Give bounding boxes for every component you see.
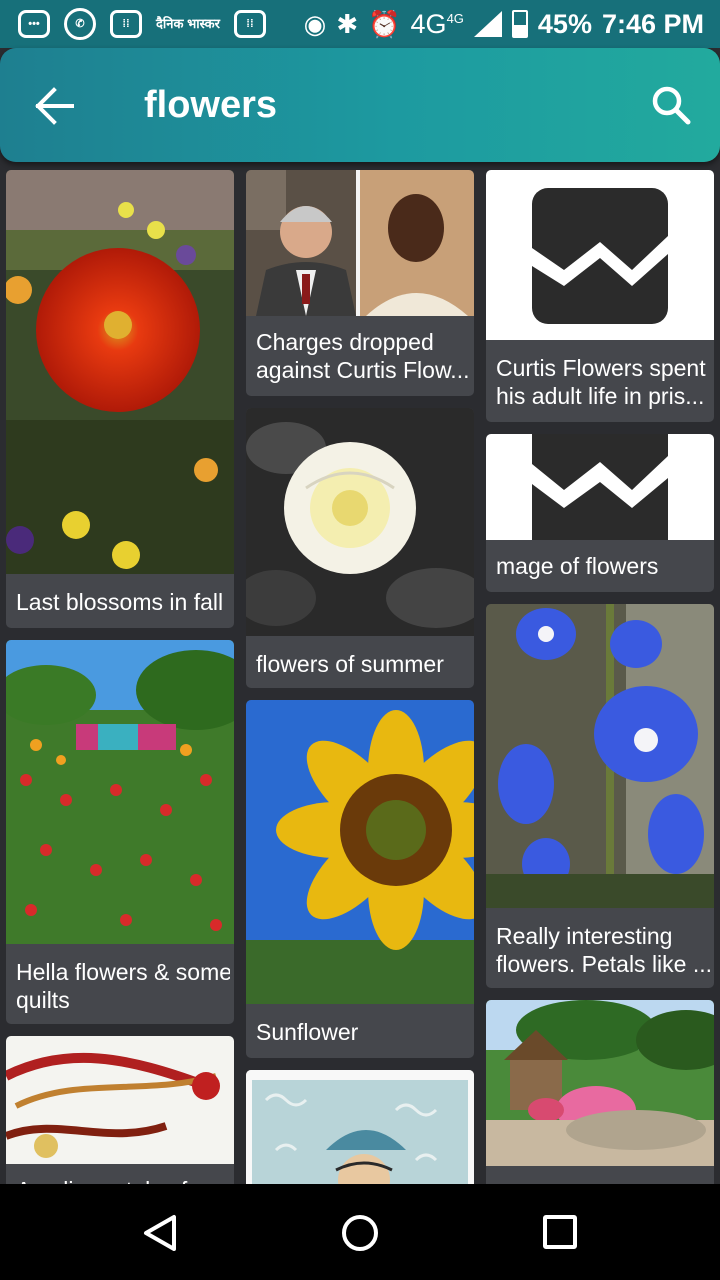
- publisher-logo-image: [486, 170, 714, 340]
- signal-icon: [473, 11, 502, 37]
- app-grid-icon: ⁞⁞: [110, 10, 142, 38]
- garden-house-photo: [486, 1000, 714, 1166]
- result-card[interactable]: Really interesting flowers. Petals like …: [486, 604, 714, 988]
- battery-percent: 45%: [537, 8, 592, 39]
- results-grid: Last blossoms in fall Hella flowers & so…: [0, 162, 720, 1184]
- card-caption: Curtis Flowers spent his adult life in p…: [496, 354, 710, 410]
- network-type: 4G4G: [410, 8, 464, 39]
- card-caption: Charges dropped against Curtis Flow...: [256, 328, 470, 384]
- garden-photo: [6, 640, 234, 944]
- dainik-bhaskar-icon: दैनिक भास्कर: [156, 16, 220, 32]
- result-card[interactable]: Last blossoms in fall: [6, 170, 234, 628]
- search-button[interactable]: [650, 84, 694, 128]
- clock: 7:46 PM: [601, 8, 704, 39]
- sunflower-photo: [246, 700, 474, 1004]
- app-grid-icon-2: ⁞⁞: [233, 10, 266, 38]
- nav-recents-button[interactable]: [543, 1215, 577, 1249]
- status-bar: ••• ✆ ⁞⁞ दैनिक भास्कर ⁞⁞ ◉ ✱ ⏰ 4G4G 45% …: [0, 0, 720, 48]
- search-icon: [652, 86, 691, 125]
- result-card[interactable]: [486, 1000, 714, 1184]
- result-card[interactable]: Curtis Flowers spent his adult life in p…: [486, 170, 714, 422]
- news-portrait-photo: [246, 170, 474, 316]
- back-button[interactable]: [34, 86, 78, 126]
- card-caption: flowers of summer: [256, 651, 444, 677]
- card-caption: Amalia portals of...: [16, 1176, 230, 1184]
- card-caption: mage of flowers: [496, 553, 659, 579]
- navigation-bar: [0, 1184, 720, 1280]
- result-card[interactable]: Amalia portals of...: [6, 1036, 234, 1184]
- messages-icon: •••: [18, 10, 50, 38]
- zinnia-photo: [6, 170, 234, 574]
- white-rose-photo: [246, 408, 474, 636]
- battery-icon: [511, 10, 528, 38]
- app-bar: flowers: [0, 48, 720, 162]
- system-icons: ◉ ✱ ⏰ 4G4G 45% 7:46 PM: [304, 9, 704, 40]
- result-card[interactable]: Hella flowers & some quilts: [6, 640, 234, 1024]
- caption-line: against Curtis Flow...: [256, 357, 470, 383]
- delphinium-photo: [486, 604, 714, 908]
- bluetooth-icon: ✱: [336, 9, 359, 39]
- nav-home-button[interactable]: [341, 1214, 379, 1252]
- caption-line: Charges dropped: [256, 329, 434, 355]
- result-card[interactable]: Sunflower: [246, 700, 474, 1058]
- caption-line: Hella flowers & some: [16, 959, 230, 985]
- caption-line: Curtis Flowers spent: [496, 355, 706, 381]
- notification-icons: ••• ✆ ⁞⁞ दैनिक भास्कर ⁞⁞: [18, 8, 266, 40]
- hotspot-icon: ◉: [303, 9, 327, 39]
- alarm-icon: ⏰: [368, 9, 401, 39]
- caption-line: Really interesting: [496, 923, 673, 949]
- illustration-photo: [246, 1070, 474, 1184]
- whatsapp-icon: ✆: [64, 8, 96, 40]
- card-caption: Hella flowers & some quilts: [16, 958, 230, 1014]
- publisher-logo-image: [486, 434, 714, 540]
- caption-line: his adult life in pris...: [496, 383, 705, 409]
- search-query-title: flowers: [144, 84, 278, 126]
- result-card[interactable]: mage of flowers: [486, 434, 714, 592]
- caption-line: flowers. Petals like ...: [496, 951, 710, 977]
- nav-back-button[interactable]: [142, 1214, 178, 1252]
- caption-line: quilts: [16, 987, 70, 1013]
- card-caption: Last blossoms in fall: [16, 589, 224, 615]
- arrow-left-icon: [35, 87, 74, 125]
- card-caption: Really interesting flowers. Petals like …: [496, 922, 710, 978]
- result-card[interactable]: flowers of summer: [246, 408, 474, 688]
- card-caption: Sunflower: [256, 1019, 359, 1045]
- result-card[interactable]: [246, 1070, 474, 1184]
- abstract-art-photo: [6, 1036, 234, 1164]
- result-card[interactable]: Charges dropped against Curtis Flow...: [246, 170, 474, 396]
